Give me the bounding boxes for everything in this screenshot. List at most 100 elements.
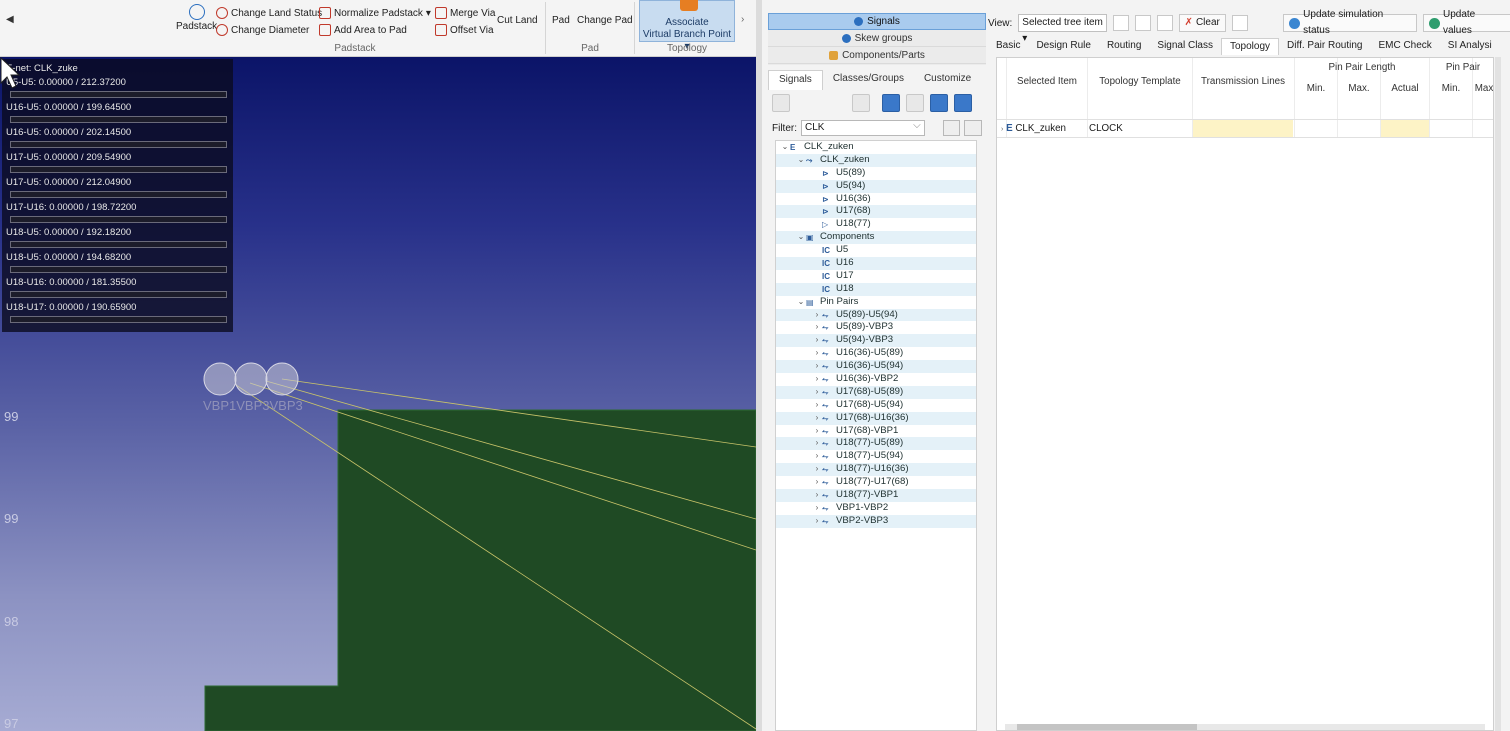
enet-toggle-icon[interactable] [1156,15,1173,31]
tab-diff-pair-routing[interactable]: Diff. Pair Routing [1279,38,1370,55]
tree-item[interactable]: IC U17 [776,270,976,283]
filter-apply-icon[interactable] [942,120,961,136]
expand-toggle-icon[interactable]: › [812,437,822,450]
expand-toggle-icon[interactable]: › [812,515,822,528]
tree-item[interactable]: › ⥊ U17(68)-U5(94) [776,399,976,412]
tree-item[interactable]: ⌄ E CLK_zuken [776,141,976,154]
tree-item[interactable]: ⊳ U17(68) [776,205,976,219]
update-values-button[interactable]: Update values [1423,9,1510,36]
filter-options-icon[interactable] [964,120,982,136]
expand-toggle-icon[interactable]: › [812,373,822,386]
ribbon-scroll-left-icon[interactable]: ◀ [6,14,14,25]
tree-item[interactable]: › ⥊ U16(36)-U5(94) [776,360,976,374]
associate-virtual-branch-point-button[interactable]: Associate Virtual Branch Point ▾ [639,0,735,52]
tree-item[interactable]: ▷ U18(77) [776,218,976,231]
tree-item[interactable]: IC U18 [776,282,976,296]
subtab-signals[interactable]: Signals [768,70,823,90]
header-max-2[interactable]: Max [1473,83,1493,94]
expand-toggle-icon[interactable]: › [812,502,822,515]
header-topology-template[interactable]: Topology Template [1089,76,1191,87]
tab-basic[interactable]: Basic [988,38,1028,55]
nav-components-parts[interactable]: Components/Parts [768,47,986,64]
subtab-classes-groups[interactable]: Classes/Groups [823,70,914,90]
expand-toggle-icon[interactable]: › [812,450,822,463]
sort-icon[interactable] [1231,15,1248,31]
percent-icon[interactable] [954,94,972,112]
add-area-to-pad-button[interactable]: Add Area to Pad [319,24,407,36]
expand-toggle-icon[interactable]: › [812,476,822,489]
header-min-2[interactable]: Min. [1430,83,1472,94]
table-row[interactable]: › E CLK_zuken [1001,120,1087,137]
tab-design-rule[interactable]: Design Rule [1028,38,1098,55]
offset-via-button[interactable]: Offset Via [435,24,494,36]
row-template[interactable]: CLOCK [1089,120,1189,137]
clear-button[interactable]: ✗ Clear [1178,14,1226,32]
funnel-icon[interactable] [852,94,870,112]
cut-land-button[interactable]: Cut Land [497,15,538,26]
tree-item[interactable]: ⊳ U5(94) [776,179,976,193]
tab-emc-check[interactable]: EMC Check [1370,38,1439,55]
tree-item[interactable]: › ⥊ U16(36)-U5(89) [776,347,976,360]
padstack-button[interactable]: Padstack [176,4,217,32]
expand-toggle-icon[interactable]: › [812,386,822,399]
horizontal-scrollbar[interactable] [1005,724,1485,730]
transmission-lines-cell[interactable] [1193,120,1293,137]
pad-button[interactable]: Pad [552,15,570,26]
tree-item[interactable]: › ⥊ VBP2-VBP3 [776,514,976,528]
tab-routing[interactable]: Routing [1099,38,1149,55]
list-view-icon[interactable] [906,94,924,112]
tree-item[interactable]: › ⥊ U17(68)-U16(36) [776,411,976,425]
expand-toggle-icon[interactable]: › [812,309,822,322]
tree-item[interactable]: › ⥊ U18(77)-U16(36) [776,463,976,477]
header-max[interactable]: Max. [1338,83,1380,94]
change-land-status-button[interactable]: Change Land Status [216,7,322,19]
tree-item[interactable]: ⌄ ⤳ CLK_zuken [776,153,976,167]
tree-item[interactable]: › ⥊ U18(77)-U5(94) [776,450,976,463]
header-pin-pair-length[interactable]: Pin Pair Length [1295,62,1429,73]
tree-item[interactable]: › ⥊ VBP1-VBP2 [776,502,976,515]
expand-toggle-icon[interactable]: › [812,399,822,412]
tree-item[interactable]: ⌄ ▤ Pin Pairs [776,296,976,309]
expand-toggle-icon[interactable]: ⌄ [796,154,806,167]
tree-view-icon[interactable] [930,94,948,112]
actual-length-cell[interactable] [1381,120,1429,137]
ribbon-scroll-right-icon[interactable]: › [741,14,744,25]
nav-signals[interactable]: Signals [768,13,986,30]
tree-item[interactable]: IC U5 [776,244,976,257]
expand-toggle-icon[interactable]: ⌄ [780,141,790,154]
update-simulation-status-button[interactable]: Update simulation status [1283,9,1418,36]
tab-si-analysis[interactable]: SI Analysi [1440,38,1500,55]
tree-item[interactable]: ⊳ U5(89) [776,167,976,180]
expand-toggle-icon[interactable]: › [812,412,822,425]
view-select[interactable]: Selected tree item ▾ [1018,14,1108,44]
expand-toggle-icon[interactable]: › [812,425,822,438]
tree-item[interactable]: IC U16 [776,257,976,270]
tree-item[interactable]: › ⥊ U17(68)-U5(89) [776,385,976,399]
enet-view-icon[interactable] [882,94,900,112]
tree-item[interactable]: › ⥊ U5(94)-VBP3 [776,334,976,348]
row-layout-icon[interactable] [1134,15,1151,31]
tree-item[interactable]: › ⥊ U18(77)-U17(68) [776,476,976,489]
filter-input[interactable]: CLK [801,119,925,136]
expand-toggle-icon[interactable]: › [812,347,822,360]
tree-item[interactable]: ⌄ ▣ Components [776,231,976,245]
expand-toggle-icon[interactable]: › [812,334,822,347]
expand-toggle-icon[interactable]: › [812,489,822,502]
expand-toggle-icon[interactable]: ⌄ [796,231,806,244]
tree-item[interactable]: › ⥊ U5(89)-U5(94) [776,308,976,322]
tree-item[interactable]: ⊳ U16(36) [776,193,976,206]
header-actual[interactable]: Actual [1381,83,1429,94]
vertical-scrollbar[interactable] [1495,57,1501,731]
nav-skew-groups[interactable]: Skew groups [768,30,986,47]
header-selected-item[interactable]: Selected Item [1007,76,1087,87]
expand-toggle-icon[interactable]: › [812,360,822,373]
expand-toggle-icon[interactable]: ⌄ [796,296,806,309]
header-min[interactable]: Min. [1295,83,1337,94]
change-pad-button[interactable]: Change Pad [577,15,633,26]
tree-item[interactable]: › ⥊ U16(36)-VBP2 [776,373,976,386]
normalize-padstack-button[interactable]: Normalize Padstack ▾ [319,7,431,19]
merge-via-button[interactable]: Merge Via [435,7,495,19]
tree-item[interactable]: › ⥊ U18(77)-U5(89) [776,437,976,451]
tree-item[interactable]: › ⥊ U17(68)-VBP1 [776,425,976,438]
expand-toggle-icon[interactable]: › [812,321,822,334]
